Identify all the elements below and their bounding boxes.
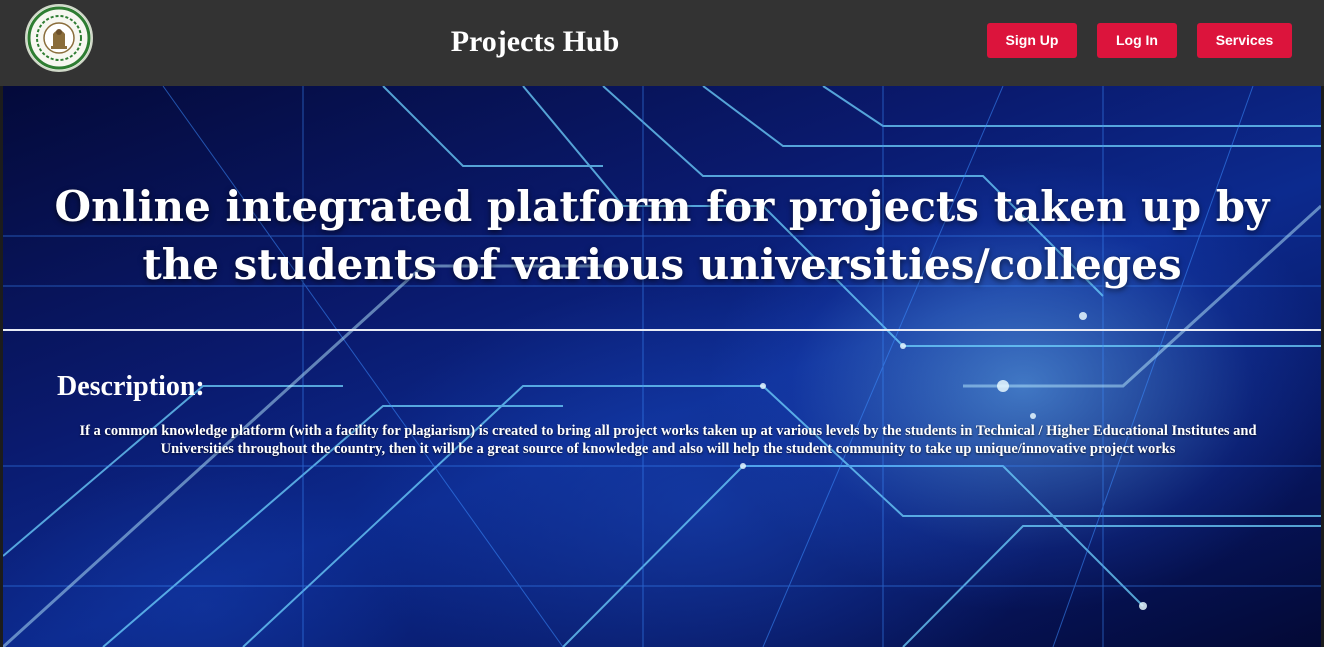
hero-heading-line-2: the students of various universities/col…	[142, 240, 1182, 289]
log-in-button[interactable]: Log In	[1097, 23, 1177, 58]
services-button[interactable]: Services	[1197, 23, 1292, 58]
description-title: Description:	[57, 371, 205, 402]
hero-heading: Online integrated platform for projects …	[3, 178, 1321, 294]
site-title: Projects Hub	[450, 25, 620, 58]
circuit-background-image	[3, 86, 1321, 647]
section-divider	[3, 329, 1321, 331]
description-text: If a common knowledge platform (with a f…	[79, 423, 1257, 457]
hero-heading-line-1: Online integrated platform for projects …	[54, 182, 1270, 231]
sign-up-button[interactable]: Sign Up	[987, 23, 1077, 58]
emblem-logo-icon[interactable]	[25, 4, 93, 72]
top-navbar: Projects Hub Sign Up Log In Services	[0, 0, 1324, 86]
hero-banner: Online integrated platform for projects …	[3, 86, 1321, 647]
